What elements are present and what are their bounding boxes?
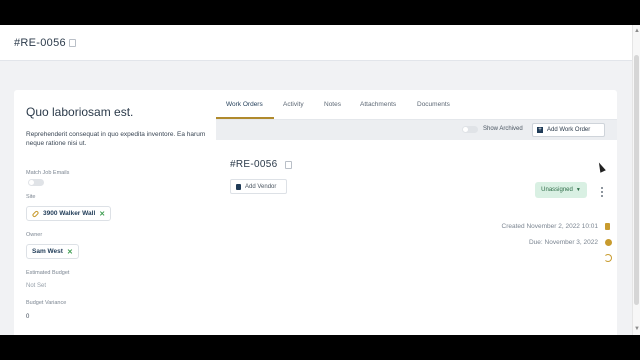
site-label: Site bbox=[26, 194, 36, 200]
remove-owner-icon[interactable]: ✕ bbox=[67, 248, 73, 256]
show-archived-label: Show Archived bbox=[483, 126, 523, 132]
scroll-up-icon[interactable]: ▲ bbox=[634, 28, 640, 34]
link-icon bbox=[31, 209, 40, 218]
due-date: Due: November 3, 2022 bbox=[528, 239, 598, 246]
budget-variance-label: Budget Variance bbox=[26, 300, 67, 306]
tab-activity[interactable]: Activity bbox=[283, 101, 304, 108]
active-tab-indicator bbox=[216, 117, 274, 119]
chevron-down-icon: ▼ bbox=[575, 187, 581, 193]
tab-notes[interactable]: Notes bbox=[324, 101, 341, 108]
budget-variance-value: 0 bbox=[26, 314, 30, 320]
copy-icon[interactable] bbox=[67, 37, 76, 47]
work-orders-panel: Work Orders Activity Notes Attachments D… bbox=[216, 90, 617, 335]
scroll-down-icon[interactable]: ▼ bbox=[634, 326, 640, 332]
owner-label: Owner bbox=[26, 232, 43, 238]
tab-work-orders[interactable]: Work Orders bbox=[226, 101, 263, 108]
job-title: Quo laboriosam est. bbox=[26, 105, 134, 119]
site-value: 3900 Walker Wall bbox=[43, 210, 96, 217]
owner-chip[interactable]: Sam West ✕ bbox=[26, 244, 79, 259]
page-title: #RE-0056 bbox=[14, 37, 66, 49]
status-dropdown[interactable]: Unassigned ▼ bbox=[535, 182, 587, 198]
status-label: Unassigned bbox=[541, 187, 573, 193]
tab-attachments[interactable]: Attachments bbox=[360, 101, 396, 108]
vendor-icon bbox=[236, 183, 241, 190]
more-options-icon[interactable] bbox=[601, 187, 603, 197]
top-bar: #RE-0056 bbox=[0, 25, 632, 61]
clock-icon bbox=[605, 239, 612, 246]
match-job-emails-toggle[interactable] bbox=[28, 179, 44, 186]
scrollbar-thumb[interactable] bbox=[634, 55, 639, 305]
calendar-icon bbox=[605, 223, 610, 230]
tab-bar: Work Orders Activity Notes Attachments D… bbox=[216, 90, 617, 120]
match-job-emails-label: Match Job Emails bbox=[26, 170, 70, 176]
show-archived-toggle[interactable] bbox=[462, 126, 478, 133]
remove-site-icon[interactable]: ✕ bbox=[99, 210, 105, 218]
scrollbar[interactable]: ▲ ▼ bbox=[632, 25, 640, 335]
add-vendor-label: Add Vendor bbox=[245, 183, 277, 190]
add-vendor-button[interactable]: Add Vendor bbox=[230, 179, 287, 194]
work-orders-toolbar: Show Archived + Add Work Order bbox=[216, 120, 617, 140]
work-order-ref: #RE-0056 bbox=[230, 159, 278, 170]
plus-icon: + bbox=[537, 127, 543, 133]
estimated-budget-value[interactable]: Not Set bbox=[26, 283, 46, 289]
estimated-budget-label: Estimated Budget bbox=[26, 270, 70, 276]
job-details-panel: Quo laboriosam est. Reprehenderit conseq… bbox=[14, 90, 214, 335]
site-chip[interactable]: 3900 Walker Wall ✕ bbox=[26, 206, 112, 221]
app-screen: #RE-0056 Quo laboriosam est. Reprehender… bbox=[0, 25, 640, 335]
add-work-order-label: Add Work Order bbox=[547, 127, 591, 133]
tab-documents[interactable]: Documents bbox=[417, 101, 450, 108]
history-icon[interactable] bbox=[604, 254, 612, 262]
owner-value: Sam West bbox=[32, 248, 63, 255]
job-description: Reprehenderit consequat in quo expedita … bbox=[26, 131, 206, 147]
copy-icon[interactable] bbox=[283, 159, 292, 169]
add-work-order-button[interactable]: + Add Work Order bbox=[532, 123, 605, 137]
job-card: Quo laboriosam est. Reprehenderit conseq… bbox=[14, 90, 617, 335]
created-date: Created November 2, 2022 10:01 bbox=[501, 223, 598, 230]
